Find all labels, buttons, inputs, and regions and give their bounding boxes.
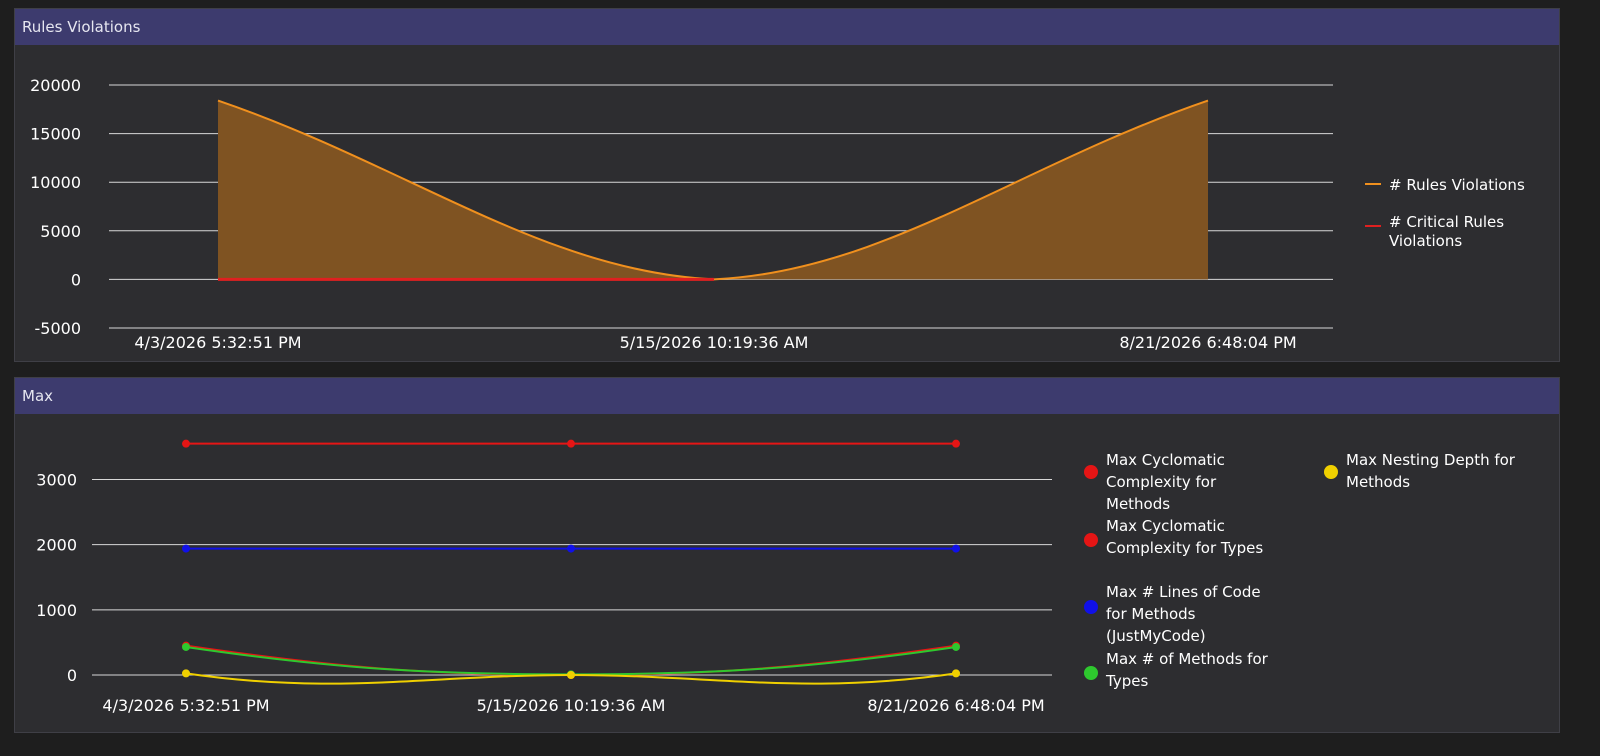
legend-swatch-max-nesting-depth-for-methods	[1324, 465, 1338, 479]
legend-label-rules-violations: # Rules Violations	[1389, 176, 1525, 194]
data-point-max-lines-of-code-for-methods-justmycode	[182, 544, 190, 553]
x-tick-label: 8/21/2026 6:48:04 PM	[867, 696, 1044, 715]
legend-label-max-lines-of-code-for-methods-justmycode: Max # Lines of Code for Methods (JustMyCod…	[1106, 583, 1261, 645]
legend-label-max-cyclomatic-complexity-for-types: Max Cyclomatic Complexity for Types	[1106, 517, 1263, 557]
y-tick-label: 1000	[36, 601, 77, 620]
legend-swatch-max-of-methods-for-types	[1084, 666, 1098, 680]
x-tick-label: 5/15/2026 10:19:36 AM	[620, 333, 809, 352]
data-point-max-nesting-depth-for-methods	[567, 671, 575, 679]
data-point-max-lines-of-code-for-methods-justmycode	[567, 544, 575, 553]
rules-violations-chart: 20000 15000 10000 5000 0 -5000 4/3/2026 5:32:5…	[30, 76, 1525, 352]
data-point-max-cyclomatic-complexity-for-methods	[567, 439, 575, 448]
data-point-max-of-methods-for-types	[952, 642, 960, 651]
max-panel-title: Max	[15, 378, 1559, 414]
x-tick-label: 4/3/2026 5:32:51 PM	[134, 333, 301, 352]
rules-violations-panel-title: Rules Violations	[15, 9, 1559, 45]
y-tick-label: 15000	[30, 125, 81, 144]
legend-swatch-max-cyclomatic-complexity-for-types	[1084, 533, 1098, 547]
rules-violations-panel: Rules Violations 20000 15000 10000 5000 0 -50…	[14, 8, 1560, 362]
legend-swatch-max-cyclomatic-complexity-for-methods	[1084, 465, 1098, 479]
legend-swatch-max-lines-of-code-for-methods-justmycode	[1084, 600, 1098, 614]
legend-label-max-nesting-depth-for-methods: Max Nesting Depth for Methods	[1346, 451, 1516, 491]
y-tick-label: 2000	[36, 536, 77, 555]
data-point-max-cyclomatic-complexity-for-methods	[952, 439, 960, 448]
rules-violations-area	[218, 100, 1208, 280]
max-chart: 3000 2000 1000 0 4/3/2026 5:32:51 PM 5/15/202…	[36, 439, 1516, 715]
legend-label-max-cyclomatic-complexity-for-methods: Max Cyclomatic Complexity for Methods	[1106, 451, 1225, 513]
y-tick-label: 3000	[36, 470, 77, 489]
x-tick-label: 5/15/2026 10:19:36 AM	[477, 696, 666, 715]
data-point-max-nesting-depth-for-methods	[952, 669, 960, 678]
max-panel: Max 3000 2000 1000 0 4/3/2026 5:32:51 PM 5/15…	[14, 377, 1560, 733]
x-tick-label: 8/21/2026 6:48:04 PM	[1119, 333, 1296, 352]
legend-label-critical-rules-violations: # Critical Rules Violations	[1389, 213, 1504, 250]
data-point-max-lines-of-code-for-methods-justmycode	[952, 544, 960, 553]
data-point-max-of-methods-for-types	[182, 642, 190, 651]
y-tick-label: 0	[71, 270, 81, 289]
data-point-max-cyclomatic-complexity-for-methods	[182, 439, 190, 448]
y-tick-label: 20000	[30, 76, 81, 95]
x-tick-label: 4/3/2026 5:32:51 PM	[102, 696, 269, 715]
y-tick-label: -5000	[35, 319, 82, 338]
y-tick-label: 5000	[40, 222, 81, 241]
data-point-max-nesting-depth-for-methods	[182, 669, 190, 678]
y-tick-label: 10000	[30, 173, 81, 192]
legend-label-max-of-methods-for-types: Max # of Methods for Types	[1105, 650, 1269, 690]
y-tick-label: 0	[67, 666, 77, 685]
